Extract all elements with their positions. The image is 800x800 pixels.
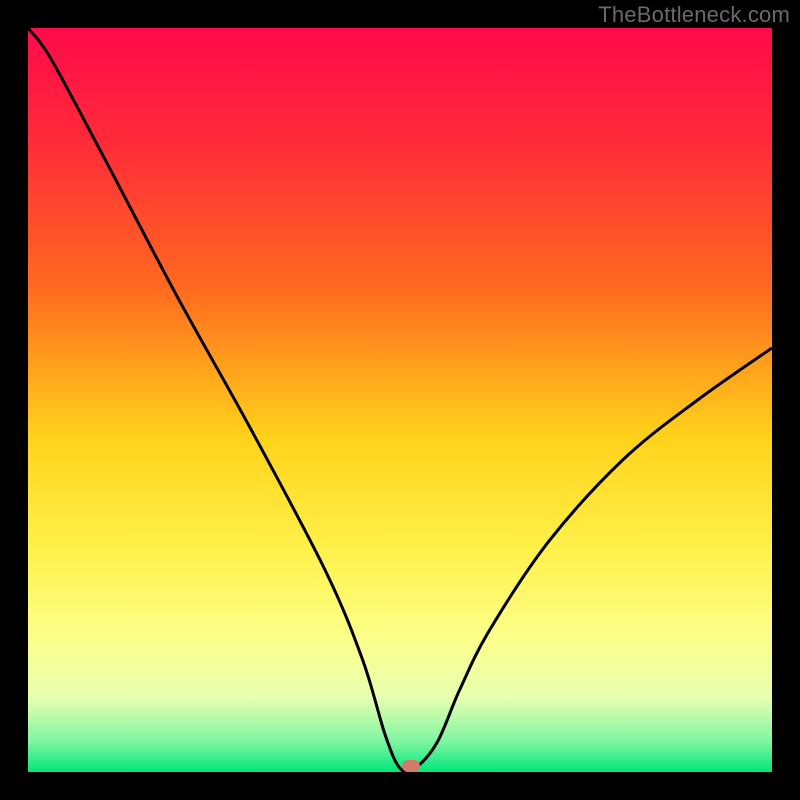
chart-frame: TheBottleneck.com: [0, 0, 800, 800]
bottleneck-curve: [28, 28, 772, 772]
plot-area: [28, 28, 772, 772]
optimal-point-marker: [402, 760, 420, 772]
watermark-text: TheBottleneck.com: [598, 2, 790, 28]
